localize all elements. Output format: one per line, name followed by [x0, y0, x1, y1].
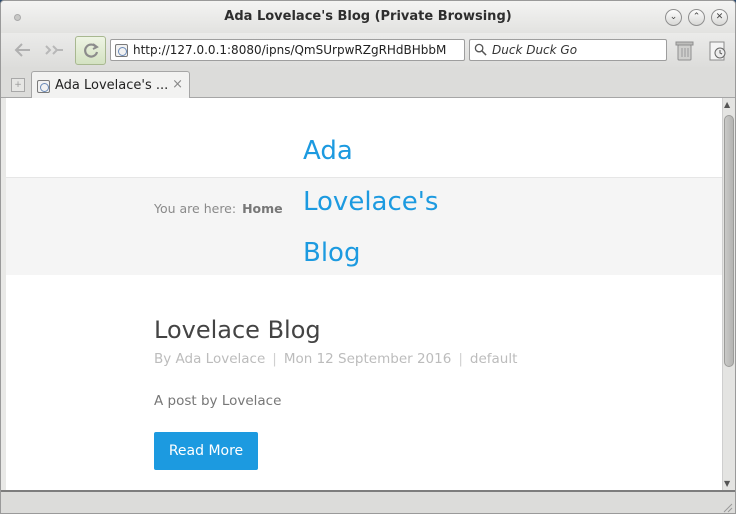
minimize-button[interactable]: ⌄: [665, 9, 682, 26]
reload-button[interactable]: [75, 36, 106, 65]
page-viewport: You are here: Home Ada Lovelace's Blog Lo…: [6, 98, 722, 490]
search-bar[interactable]: Duck Duck Go: [469, 39, 667, 61]
meta-separator: |: [272, 351, 277, 367]
scroll-up-icon[interactable]: ▲: [724, 100, 730, 109]
post-author[interactable]: By Ada Lovelace: [154, 351, 265, 367]
post-category[interactable]: default: [470, 351, 518, 367]
back-arrow-icon: [14, 43, 30, 57]
tab-active[interactable]: Ada Lovelace's ... ×: [31, 71, 190, 98]
page-icon: [115, 44, 128, 57]
post-meta: By Ada Lovelace | Mon 12 September 2016 | de…: [154, 351, 517, 367]
scroll-down-icon[interactable]: ▼: [724, 479, 730, 488]
site-title-line[interactable]: Lovelace's: [303, 177, 473, 228]
forward-button[interactable]: [43, 41, 67, 64]
vertical-scrollbar[interactable]: ▲ ▼: [722, 98, 735, 490]
url-bar[interactable]: http://127.0.0.1:8080/ipns/QmSUrpwRZgRHd…: [110, 39, 465, 61]
meta-separator: |: [458, 351, 463, 367]
forward-arrow-icon: [45, 45, 63, 55]
browser-window: Ada Lovelace's Blog (Private Browsing) ⌄…: [0, 0, 736, 514]
reload-icon: [83, 43, 99, 58]
resize-grip-icon[interactable]: [721, 501, 733, 513]
site-title[interactable]: Ada Lovelace's Blog: [303, 126, 473, 279]
read-more-button[interactable]: Read More: [154, 432, 258, 470]
breadcrumb-home-link[interactable]: Home: [242, 201, 283, 216]
tab-bar: + Ada Lovelace's ... ×: [1, 69, 735, 98]
tab-label: Ada Lovelace's ...: [55, 78, 169, 93]
close-window-button[interactable]: ✕: [711, 9, 728, 26]
window-title: Ada Lovelace's Blog (Private Browsing): [224, 9, 512, 24]
post-date: Mon 12 September 2016: [283, 351, 452, 367]
tab-close-button[interactable]: ×: [172, 77, 183, 92]
back-button[interactable]: [13, 41, 33, 64]
maximize-button[interactable]: ⌃: [688, 9, 705, 26]
search-input[interactable]: Duck Duck Go: [492, 43, 577, 57]
breadcrumb-prefix: You are here:: [154, 201, 237, 216]
site-title-line[interactable]: Blog: [303, 228, 473, 279]
search-icon: [474, 43, 487, 56]
trash-icon[interactable]: [675, 40, 694, 62]
status-bar: [1, 490, 735, 513]
site-title-line[interactable]: Ada: [303, 126, 473, 177]
url-text[interactable]: http://127.0.0.1:8080/ipns/QmSUrpwRZgRHd…: [133, 43, 463, 57]
tab-favicon-icon: [37, 80, 50, 93]
page-history-icon[interactable]: [708, 40, 728, 62]
post-summary: A post by Lovelace: [154, 393, 282, 409]
scrollbar-thumb[interactable]: [724, 115, 734, 367]
breadcrumb: You are here: Home: [154, 201, 283, 216]
navigation-toolbar: http://127.0.0.1:8080/ipns/QmSUrpwRZgRHd…: [1, 33, 735, 69]
post-title[interactable]: Lovelace Blog: [154, 316, 321, 344]
title-bar: Ada Lovelace's Blog (Private Browsing) ⌄…: [1, 1, 735, 33]
tab-list-button[interactable]: +: [11, 78, 25, 92]
